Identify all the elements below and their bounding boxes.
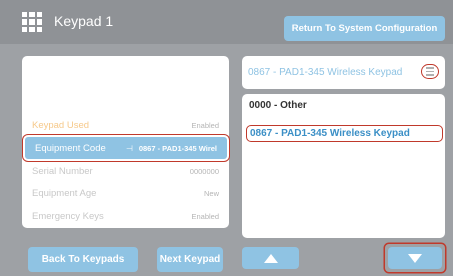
arrow-down-icon	[408, 253, 422, 263]
detail-label: Serial Number	[32, 165, 93, 177]
keypad-grid-icon	[22, 12, 42, 32]
keypad-details-panel: Keypad Used Enabled Equipment Code ⊣ 086…	[22, 56, 229, 228]
detail-label: Emergency Keys	[32, 210, 104, 222]
header-bar: Keypad 1 Return To System Configuration	[0, 0, 453, 44]
detail-row-serial-number[interactable]: Serial Number 0000000	[22, 160, 229, 182]
scroll-down-button-face	[388, 247, 442, 269]
detail-row-equipment-age[interactable]: Equipment Age New	[22, 182, 229, 204]
equipment-code-dropdown[interactable]: 0867 - PAD1-345 Wireless Keypad	[242, 56, 445, 89]
detail-label: Keypad Used	[32, 119, 90, 131]
detail-label: Equipment Age	[32, 187, 97, 199]
scroll-down-button[interactable]	[385, 244, 445, 272]
menu-icon[interactable]	[421, 64, 439, 79]
return-to-system-configuration-button[interactable]: Return To System Configuration	[284, 16, 445, 41]
detail-row-equipment-code[interactable]: Equipment Code ⊣ 0867 - PAD1-345 Wirel	[25, 137, 227, 159]
arrow-up-icon	[263, 253, 278, 263]
list-item-selected[interactable]: 0867 - PAD1-345 Wireless Keypad	[246, 125, 443, 142]
page-title: Keypad 1	[54, 13, 114, 29]
detail-value: 0867 - PAD1-345 Wirel	[138, 143, 217, 153]
detail-value: New	[203, 188, 219, 198]
back-to-keypads-button[interactable]: Back To Keypads	[28, 247, 138, 272]
equipment-code-options-list: 0000 - Other 0867 - PAD1-345 Wireless Ke…	[242, 94, 445, 238]
separator-icon: ⊣	[125, 143, 133, 153]
detail-label: Equipment Code	[35, 142, 106, 154]
list-item[interactable]: 0000 - Other	[246, 97, 443, 114]
next-keypad-button[interactable]: Next Keypad	[157, 247, 223, 272]
detail-row-keypad-used[interactable]: Keypad Used Enabled	[22, 114, 229, 136]
scroll-up-button[interactable]	[242, 247, 299, 269]
detail-value: Enabled	[191, 120, 219, 130]
detail-row-emergency-keys[interactable]: Emergency Keys Enabled	[22, 205, 229, 227]
detail-value: 0000000	[189, 166, 219, 176]
detail-value: Enabled	[191, 211, 219, 221]
dropdown-current-value: 0867 - PAD1-345 Wireless Keypad	[248, 67, 403, 78]
